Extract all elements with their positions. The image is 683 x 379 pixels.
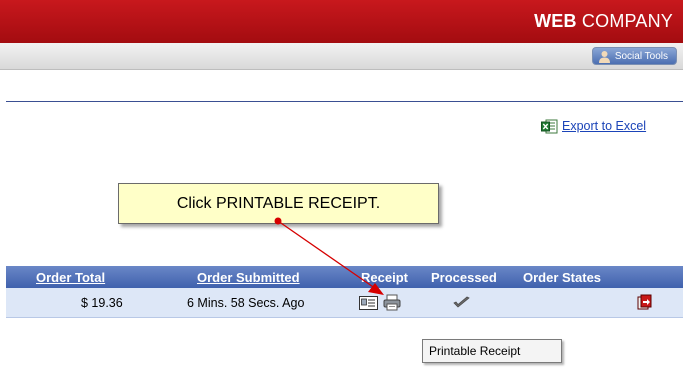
social-tools-label: Social Tools [614,51,668,62]
order-submitted-value: 6 Mins. 58 Secs. Ago [187,296,305,310]
column-header-order-total[interactable]: Order Total [36,270,105,285]
social-tools-button[interactable]: Social Tools [591,47,677,65]
tooltip-text: Printable Receipt [429,344,521,358]
column-header-order-states: Order States [523,270,602,285]
section-divider [6,101,683,102]
export-to-excel-label[interactable]: Export to Excel [562,119,646,133]
order-state-icon[interactable] [637,294,653,311]
column-header-processed: Processed [431,270,497,285]
instruction-callout: Click PRINTABLE RECEIPT. [118,183,439,224]
column-header-receipt: Receipt [361,270,408,285]
checkmark-icon [453,296,470,308]
column-header-order-submitted[interactable]: Order Submitted [197,270,300,285]
top-header-bar: WEB COMPANY [0,0,683,43]
company-logo-text: WEB COMPANY [534,11,673,31]
printer-icon[interactable] [383,294,401,311]
toolbar: Social Tools [0,43,683,70]
table-row: $ 19.36 6 Mins. 58 Secs. Ago [6,288,683,318]
printable-receipt-tooltip: Printable Receipt [422,339,562,363]
callout-text: Click PRINTABLE RECEIPT. [176,195,381,212]
excel-icon [541,119,558,133]
receipt-card-icon[interactable] [359,296,378,310]
user-icon [598,51,610,63]
order-total-value: $ 19.36 [81,296,123,310]
export-to-excel-link[interactable]: Export to Excel [541,117,646,135]
orders-table-header: Order Total Order Submitted Receipt Proc… [6,266,683,288]
